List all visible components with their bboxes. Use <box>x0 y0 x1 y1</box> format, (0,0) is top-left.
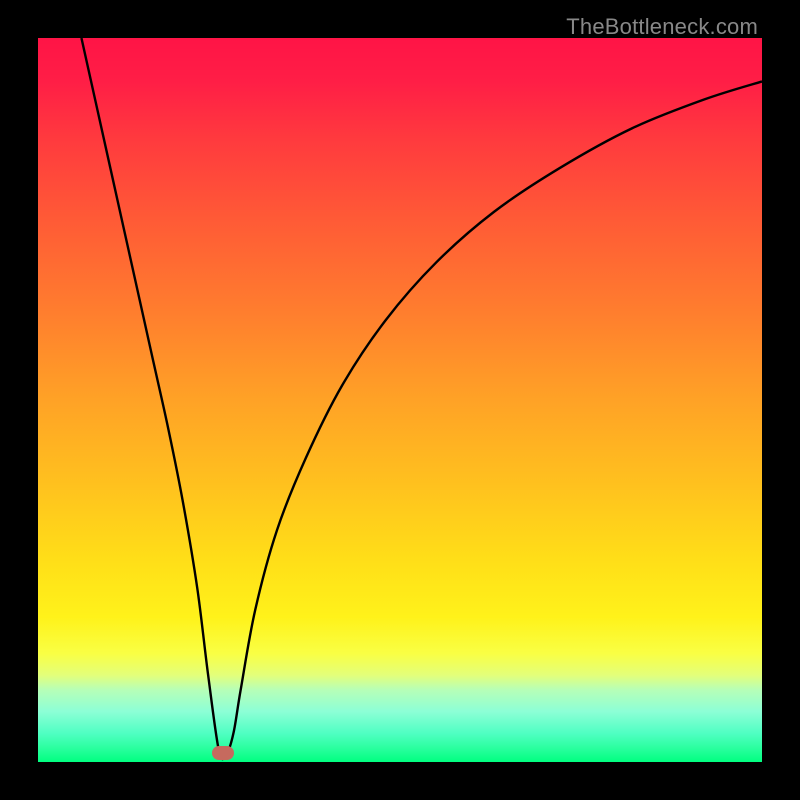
chart-frame: TheBottleneck.com <box>0 0 800 800</box>
watermark-text: TheBottleneck.com <box>566 14 758 40</box>
optimum-marker <box>212 746 234 760</box>
bottleneck-curve <box>81 38 762 759</box>
plot-area <box>38 38 762 762</box>
curve-svg <box>38 38 762 762</box>
